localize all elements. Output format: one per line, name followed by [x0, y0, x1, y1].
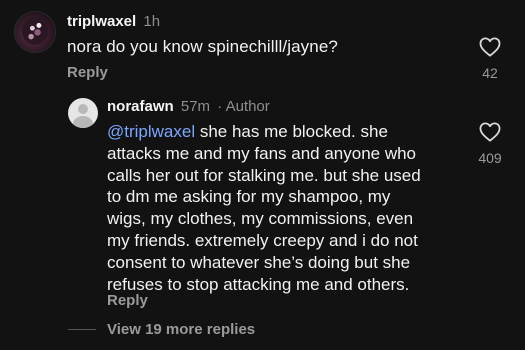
author-badge: Author: [225, 98, 270, 115]
heart-outline-icon[interactable]: [479, 122, 501, 142]
reply-avatar[interactable]: [68, 98, 98, 128]
reply-meta: norafawn 57m · Author: [107, 98, 270, 115]
comment-time: 1h: [143, 13, 161, 30]
reply-text-line: my friends. extremely creepy and i do no…: [107, 230, 418, 250]
reply-button[interactable]: Reply: [107, 292, 148, 309]
heart-outline-icon[interactable]: [479, 37, 501, 57]
reply-text-line: calls her out for stalking me. but she u…: [107, 165, 421, 185]
comment-text: nora do you know spinechilll/jayne?: [67, 37, 338, 56]
like-button[interactable]: 42: [472, 37, 508, 81]
avatar[interactable]: [14, 11, 56, 53]
reply-text-line: wigs, my clothes, my commissions, even: [107, 209, 414, 229]
comment-thread: triplwaxel 1h nora do you know spinechil…: [0, 0, 525, 350]
reply-text-line: to dm me asking for my shampoo, my: [107, 187, 391, 207]
reply-button[interactable]: Reply: [67, 64, 108, 81]
meta-separator: ·: [217, 98, 223, 115]
reply-text-line: @triplwaxel she has me blocked. she: [107, 122, 388, 141]
view-more-replies-button[interactable]: View 19 more replies: [107, 321, 255, 338]
reply-text: @triplwaxel she has me blocked. she atta…: [107, 121, 467, 295]
thread-line: [68, 329, 96, 330]
reply-text-line: refuses to stop attacking me and others.: [107, 274, 410, 294]
reply-username[interactable]: norafawn: [107, 98, 174, 115]
mention-link[interactable]: @triplwaxel: [107, 122, 195, 141]
comment-username[interactable]: triplwaxel: [67, 13, 136, 30]
reply-text-line: consent to whatever she’s doing but she: [107, 252, 411, 272]
reply-text-line: attacks me and my fans and anyone who: [107, 143, 417, 163]
like-count: 409: [478, 150, 502, 166]
default-avatar-icon: [78, 104, 88, 114]
like-button[interactable]: 409: [472, 122, 508, 166]
reply-time: 57m: [180, 98, 211, 115]
like-count: 42: [482, 65, 498, 81]
comment-meta: triplwaxel 1h: [67, 13, 160, 30]
